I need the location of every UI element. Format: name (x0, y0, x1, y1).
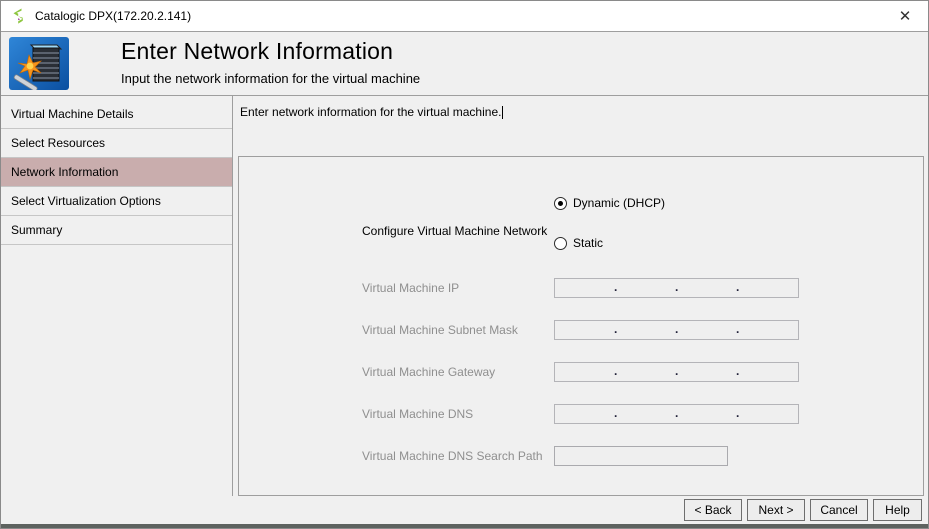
page-title: Enter Network Information (121, 38, 420, 65)
info-textarea[interactable]: Enter network information for the virtua… (233, 96, 928, 119)
field-row-vm-ip: Virtual Machine IP (239, 278, 923, 300)
network-form-panel: Dynamic (DHCP) Configure Virtual Machine… (238, 156, 924, 496)
wizard-steps-sidebar: Virtual Machine Details Select Resources… (1, 96, 233, 496)
catalogic-logo-icon (10, 8, 26, 24)
radio-unselected-icon (554, 237, 567, 250)
radio-dynamic-label: Dynamic (DHCP) (573, 196, 665, 210)
radio-dynamic-dhcp[interactable]: Dynamic (DHCP) (554, 195, 665, 211)
help-button[interactable]: Help (873, 499, 922, 521)
window-title: Catalogic DPX(172.20.2.141) (35, 9, 191, 23)
close-button[interactable]: ✕ (882, 1, 928, 31)
next-button[interactable]: Next > (747, 499, 805, 521)
radio-selected-icon (554, 197, 567, 210)
sidebar-item-summary[interactable]: Summary (1, 216, 232, 245)
title-bar[interactable]: Catalogic DPX(172.20.2.141) ✕ (1, 1, 928, 31)
vm-subnet-mask-label: Virtual Machine Subnet Mask (362, 320, 547, 340)
sidebar-item-virtual-machine-details[interactable]: Virtual Machine Details (1, 100, 232, 129)
field-row-vm-gateway: Virtual Machine Gateway (239, 362, 923, 384)
field-row-vm-dns-search-path: Virtual Machine DNS Search Path (239, 446, 923, 468)
radio-static[interactable]: Static (554, 235, 603, 251)
sidebar-item-network-information[interactable]: Network Information (1, 158, 232, 187)
info-text: Enter network information for the virtua… (240, 105, 501, 119)
bottom-accent-strip (1, 524, 928, 528)
vm-dns-label: Virtual Machine DNS (362, 404, 547, 424)
radio-row-static: Static (239, 235, 923, 257)
page-subtitle: Input the network information for the vi… (121, 71, 420, 86)
main-content: Enter network information for the virtua… (233, 96, 928, 496)
wizard-header: Enter Network Information Input the netw… (1, 31, 928, 96)
vm-dns-input[interactable] (554, 404, 799, 424)
wizard-window: Catalogic DPX(172.20.2.141) ✕ (0, 0, 929, 529)
radio-static-label: Static (573, 236, 603, 250)
vm-subnet-mask-input[interactable] (554, 320, 799, 340)
cancel-button[interactable]: Cancel (810, 499, 868, 521)
wizard-icon (9, 37, 69, 90)
vm-dns-search-path-input[interactable] (554, 446, 728, 466)
back-button[interactable]: < Back (684, 499, 742, 521)
field-row-vm-dns: Virtual Machine DNS (239, 404, 923, 426)
sidebar-item-select-virtualization-options[interactable]: Select Virtualization Options (1, 187, 232, 216)
vm-gateway-label: Virtual Machine Gateway (362, 362, 547, 382)
button-bar: < Back Next > Cancel Help (1, 496, 928, 524)
field-row-vm-subnet-mask: Virtual Machine Subnet Mask (239, 320, 923, 342)
radio-row-dynamic: Dynamic (DHCP) (239, 195, 923, 217)
vm-gateway-input[interactable] (554, 362, 799, 382)
sidebar-item-select-resources[interactable]: Select Resources (1, 129, 232, 158)
vm-ip-input[interactable] (554, 278, 799, 298)
vm-ip-label: Virtual Machine IP (362, 278, 547, 298)
vm-dns-search-path-label: Virtual Machine DNS Search Path (362, 446, 547, 466)
text-cursor (502, 106, 503, 119)
